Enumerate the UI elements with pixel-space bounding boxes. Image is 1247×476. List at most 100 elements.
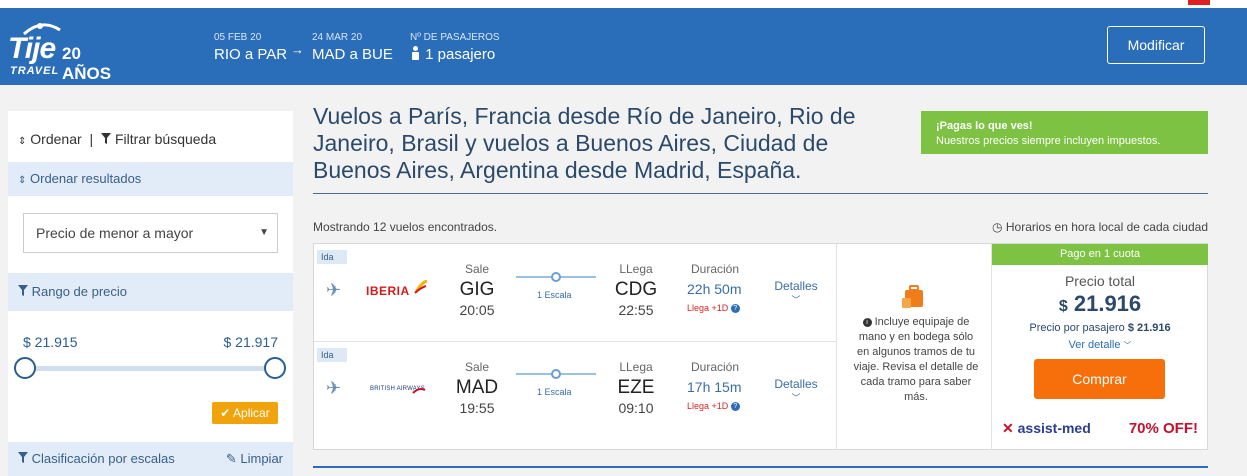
passengers-row: 1 pasajero [410,46,500,63]
see-detail-link[interactable]: Ver detalle ﹀ [992,339,1208,351]
insurance-brand[interactable]: ✕ assist-med [1002,420,1091,437]
flight-leg[interactable]: Ida ✈ IBERIA Sale GIG 20:05 1 Escala LLe… [314,244,836,343]
arrive-airport: CDG [614,279,658,300]
price-min-label: $ 21.915 [23,334,78,350]
arrival-day-note: Llega +1D ? [687,303,740,314]
flag-badge [1188,0,1210,5]
depart-airport: GIG [459,279,495,300]
apply-button[interactable]: ✔ Aplicar [212,402,278,424]
flight-result-card: Ida ✈ IBERIA Sale GIG 20:05 1 Escala LLe… [313,243,1208,450]
filter-icon [18,285,28,296]
duration-label: Duración [690,262,740,276]
eraser-icon: ✎ [225,451,237,466]
leg-tag: Ida [317,250,347,264]
details-link[interactable]: Detalles ﹀ [766,377,826,404]
next-result-card-edge [313,466,1208,473]
chevron-down-icon: ﹀ [1123,341,1132,350]
per-passenger-label: Precio por pasajero [1029,322,1125,334]
total-amount: 21.916 [1073,291,1142,316]
price-max-handle[interactable] [264,357,286,379]
arrive-airport: EZE [617,377,655,398]
arrive-label: LLega [619,262,653,276]
stops-count[interactable]: 1 Escala [537,290,572,300]
depart-label: Sale [464,262,490,276]
apply-label: Aplicar [233,406,270,420]
price-panel: Pago en 1 cuota Precio total $ 21.916 Pr… [991,244,1208,449]
sort-filter-bar: ⇕ Ordenar | Filtrar búsqueda [8,131,293,147]
promo-subtext: Nuestros precios siempre incluyen impues… [936,135,1161,147]
insurance-offer[interactable]: 70% OFF! [1129,420,1198,437]
depart-time: 19:55 [459,400,495,416]
arrive-time: 22:55 [618,302,654,318]
clock-icon: ◷ [992,220,1003,234]
info-icon: i [862,317,872,327]
depart-label: Sale [464,360,490,374]
filter-icon [101,133,112,144]
baggage-note: i Incluye equipaje de mano y en bodega s… [853,315,979,405]
segment-return: 24 MAR 20 MAD a BUE [312,32,393,63]
baggage-note-text: Incluye equipaje de mano y en bodega sól… [853,316,979,403]
filter-icon [18,452,28,463]
stop-dot [551,272,561,282]
price-max-label: $ 21.917 [223,334,279,350]
segment-route: RIO a PAR [214,46,288,63]
price-range-label: Rango de precio [31,284,128,299]
results-count: Mostrando 12 vuelos encontrados. [313,220,498,234]
person-icon [412,46,419,60]
price-min-handle[interactable] [14,357,36,379]
currency-symbol: $ [1058,298,1068,315]
depart-time: 20:05 [459,302,495,318]
help-icon[interactable]: ? [730,304,740,314]
buy-button[interactable]: Comprar [1034,359,1165,399]
route-arrow-icon: → [291,42,304,57]
segment-route: MAD a BUE [312,46,393,63]
total-price: $ 21.916 [992,291,1208,317]
brand-logo[interactable]: Tije 20 AÑOS TRAVEL [8,18,128,83]
order-select[interactable]: Precio de menor a mayor ▼ [23,213,278,253]
plane-icon: ✈ [326,378,342,398]
sort-link[interactable]: Ordenar [30,131,81,147]
arrive-time: 09:10 [618,400,654,416]
details-label: Detalles [774,279,818,293]
passengers-label: Nº DE PASAJEROS [410,32,500,43]
filter-link[interactable]: Filtrar búsqueda [115,131,216,147]
clear-label: Limpiar [240,451,283,466]
brand-tagline: TRAVEL [10,65,60,77]
per-passenger-amount: $ 21.916 [1127,322,1171,334]
per-passenger-price: Precio por pasajero $ 21.916 [992,322,1208,334]
insurance-brand-name: assist-med [1017,420,1091,436]
duration-value: 17h 15m [687,379,742,395]
help-icon[interactable]: ? [730,402,740,412]
arrive-label: LLega [619,360,653,374]
local-time-note: ◷ Horarios en hora local de cada ciudad [992,220,1208,234]
total-price-label: Precio total [1064,273,1136,289]
modify-search-button[interactable]: Modificar [1107,26,1205,64]
airline-logo: IBERIA [366,284,410,298]
price-promo-banner: ¡Pagas lo que ves! Nuestros precios siem… [921,111,1208,154]
check-icon: ✔ [220,406,231,420]
ba-mark-icon [412,382,426,400]
price-range-track[interactable] [23,366,276,371]
duration-label: Duración [690,360,740,374]
stop-dot [551,369,561,379]
see-detail-label: Ver detalle [1068,339,1121,351]
order-select-value: Precio de menor a mayor [36,225,194,241]
segment-outbound: 05 FEB 20 RIO a PAR [214,32,287,63]
iberia-mark-icon [414,279,428,294]
price-range-header[interactable]: Rango de precio [8,273,293,311]
stops-count[interactable]: 1 Escala [537,387,572,397]
details-link[interactable]: Detalles ﹀ [766,279,826,306]
sort-icon: ⇕ [18,175,27,186]
chevron-down-icon: ﹀ [791,295,801,305]
sort-filter-divider: | [89,131,94,147]
passengers-value: 1 pasajero [425,46,496,63]
order-results-header[interactable]: ⇕ Ordenar resultados [8,162,293,196]
brand-years: 20 AÑOS [62,44,112,83]
leg-tag: Ida [317,348,347,362]
promo-headline: ¡Pagas lo que ves! [936,120,1033,132]
flight-leg[interactable]: Ida ✈ BRITISH AIRWAYS Sale MAD 19:55 1 E… [314,341,836,441]
sort-icon: ⇕ [18,136,27,147]
local-time-text: Horarios en hora local de cada ciudad [1005,220,1208,234]
browser-top-strip [0,0,1247,8]
order-results-label: Ordenar resultados [30,171,142,186]
